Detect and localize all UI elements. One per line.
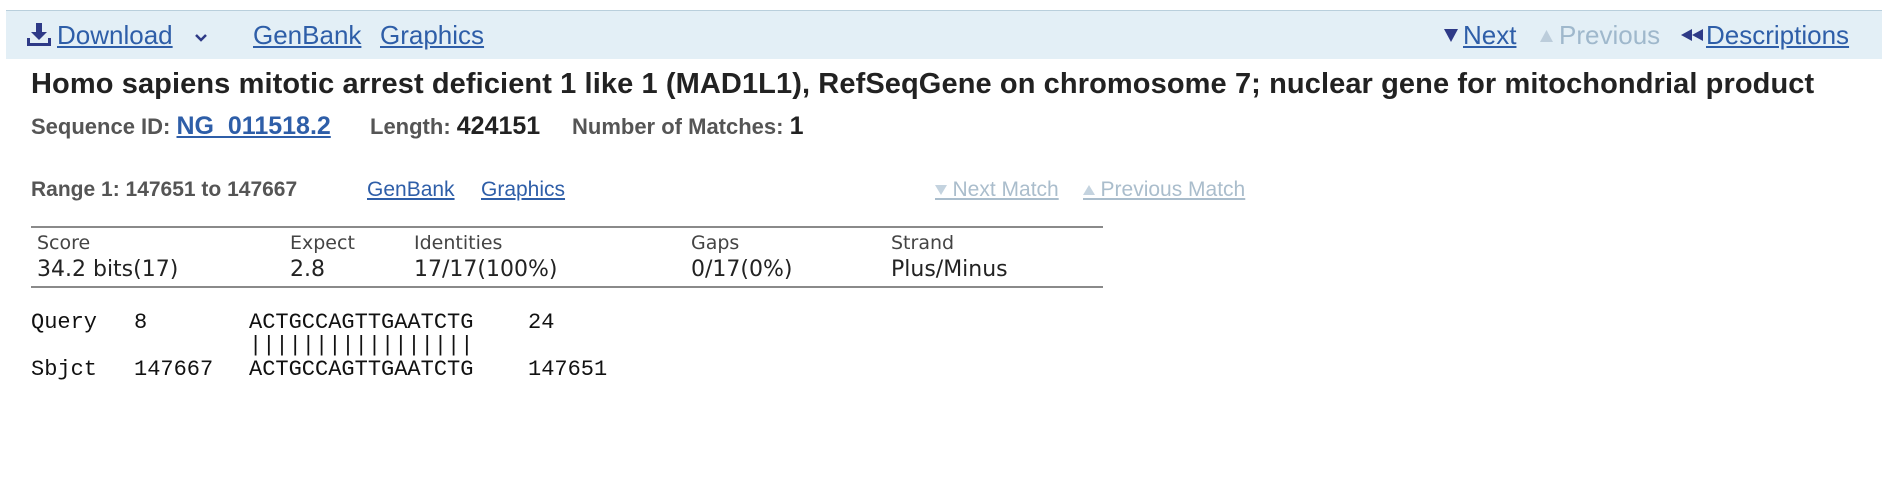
stats-value-score: 34.2 bits(17) xyxy=(37,257,179,282)
matches-label: Number of Matches: xyxy=(572,114,784,139)
next-link[interactable]: Next xyxy=(1463,11,1516,59)
range-genbank-link[interactable]: GenBank xyxy=(367,178,455,202)
sequence-id-link[interactable]: NG_011518.2 xyxy=(177,112,331,140)
previous-link-disabled: Previous xyxy=(1559,20,1661,50)
chevron-down-icon[interactable] xyxy=(195,34,207,42)
results-toolbar: Download GenBank Graphics Next Previous … xyxy=(6,10,1882,59)
alignment-stats-table: Score Expect Identities Gaps Strand 34.2… xyxy=(31,226,1103,288)
sequence-title: Homo sapiens mitotic arrest deficient 1 … xyxy=(31,68,1815,100)
graphics-link[interactable]: Graphics xyxy=(380,11,484,59)
stats-value-identities: 17/17(100%) xyxy=(414,257,558,282)
sbjct-label: Sbjct xyxy=(31,357,98,382)
stats-value-strand: Plus/Minus xyxy=(891,257,1008,282)
stats-header-identities: Identities xyxy=(414,232,503,254)
download-icon[interactable] xyxy=(26,23,52,47)
range-label: Range 1: 147651 to 147667 xyxy=(31,178,298,201)
query-start: 8 xyxy=(134,310,148,335)
matches-value: 1 xyxy=(789,112,804,140)
descriptions-link[interactable]: Descriptions xyxy=(1706,11,1849,59)
stats-header-gaps: Gaps xyxy=(691,232,740,254)
stats-header-strand: Strand xyxy=(891,232,955,254)
length-row: Length: 424151 xyxy=(370,112,540,141)
stats-header-score: Score xyxy=(37,232,91,254)
previous-match-label: Previous Match xyxy=(1100,178,1246,201)
sbjct-sequence: ACTGCCAGTTGAATCTG xyxy=(249,357,474,382)
triangle-down-icon xyxy=(1444,29,1458,42)
length-label: Length: xyxy=(370,114,451,139)
next-match-label: Next Match xyxy=(952,178,1059,201)
stats-value-expect: 2.8 xyxy=(290,257,325,282)
sequence-id-row: Sequence ID: NG_011518.2 xyxy=(31,112,331,141)
stats-value-gaps: 0/17(0%) xyxy=(691,257,793,282)
genbank-link[interactable]: GenBank xyxy=(253,11,361,59)
query-label: Query xyxy=(31,310,98,335)
download-button[interactable]: Download xyxy=(57,11,173,59)
matches-row: Number of Matches: 1 xyxy=(572,112,804,141)
sbjct-start: 147667 xyxy=(134,357,214,382)
double-left-arrow-icon xyxy=(1681,29,1703,41)
sbjct-end: 147651 xyxy=(528,357,608,382)
range-graphics-link[interactable]: Graphics xyxy=(481,178,565,202)
next-match-link-disabled: Next Match xyxy=(935,178,1059,202)
query-sequence: ACTGCCAGTTGAATCTG xyxy=(249,310,474,335)
previous-match-link-disabled: Previous Match xyxy=(1083,178,1246,202)
stats-header-expect: Expect xyxy=(290,232,355,254)
match-line: ||||||||||||||||| xyxy=(249,333,474,358)
alignment-sbjct-row: Sbjct 147667 ACTGCCAGTTGAATCTG 147651 xyxy=(31,357,607,482)
triangle-up-icon xyxy=(1540,30,1553,42)
sequence-id-label: Sequence ID: xyxy=(31,114,171,139)
length-value: 424151 xyxy=(456,112,541,140)
query-end: 24 xyxy=(528,310,555,335)
